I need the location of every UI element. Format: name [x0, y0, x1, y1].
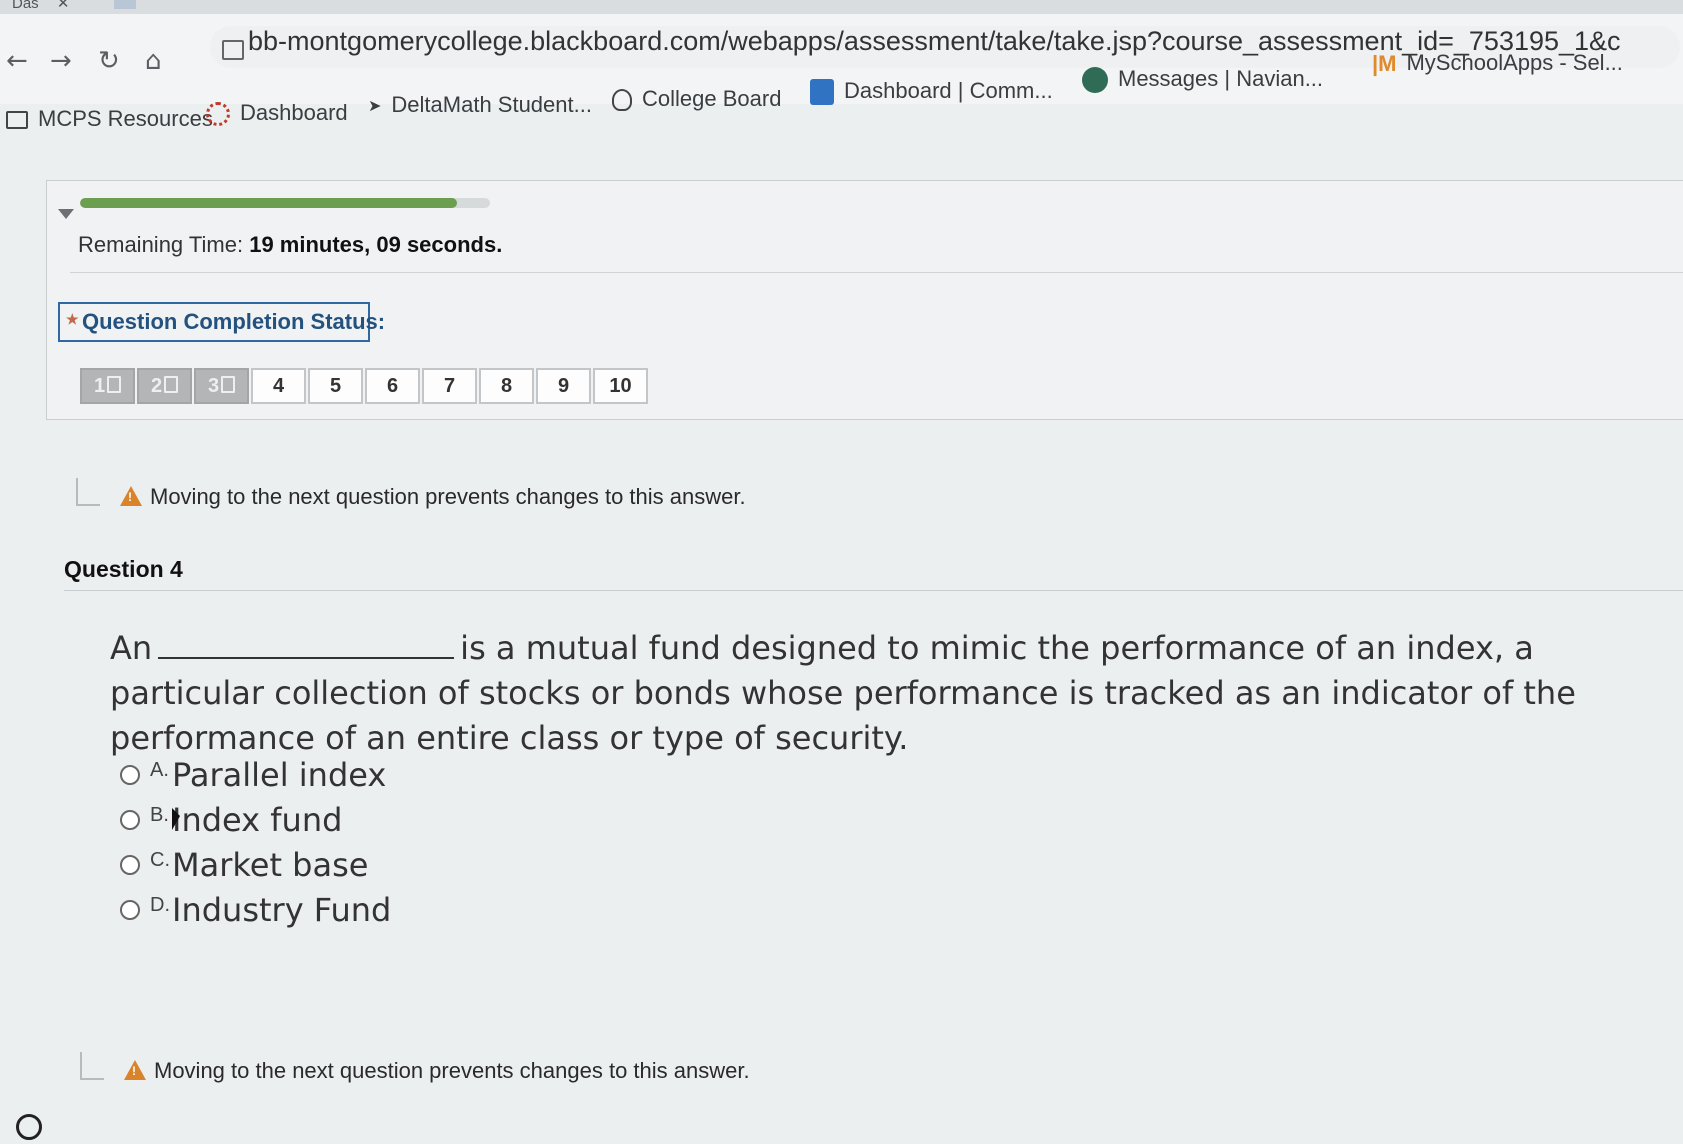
- question-prefix: An: [110, 629, 153, 667]
- question-completion-status-toggle[interactable]: ★ Question Completion Status:: [58, 302, 385, 342]
- circle-button-icon[interactable]: [16, 1114, 42, 1140]
- forward-icon[interactable]: →: [50, 46, 72, 76]
- question-button-3[interactable]: 3: [194, 368, 249, 404]
- tab-icon: [113, 0, 136, 10]
- question-divider: [64, 590, 1683, 591]
- bookmark-mcps-resources[interactable]: MCPS Resources: [6, 106, 213, 132]
- question-button-8[interactable]: 8: [479, 368, 534, 404]
- bookmark-dashboard[interactable]: Dashboard: [206, 100, 348, 127]
- radio-option-b[interactable]: [120, 809, 140, 830]
- timer-label: Remaining Time:: [78, 232, 244, 257]
- timer-value: 19 minutes, 09 seconds.: [249, 232, 503, 257]
- completion-status-label: Question Completion Status:: [82, 309, 386, 334]
- option-b[interactable]: B. Index fund: [120, 797, 391, 842]
- warning-icon: !: [124, 1060, 146, 1080]
- active-tab[interactable]: Das ✕: [12, 0, 136, 12]
- question-button-6[interactable]: 6: [365, 368, 420, 404]
- navigation-warning-bottom: ! Moving to the next question prevents ch…: [80, 1052, 750, 1084]
- bookmark-college-board[interactable]: College Board: [612, 86, 781, 112]
- timer-progress-bar: [80, 198, 490, 208]
- close-tab-icon[interactable]: ✕: [57, 0, 70, 12]
- reload-icon[interactable]: ↻: [98, 46, 120, 76]
- option-c[interactable]: C. Market base: [120, 842, 391, 887]
- collapse-caret-icon[interactable]: [58, 209, 74, 219]
- tab-strip: Das ✕: [0, 0, 1683, 14]
- option-d[interactable]: D. Industry Fund: [120, 887, 391, 932]
- bookmarks-bar: MCPS Resources Dashboard ➤ DeltaMath Stud…: [0, 50, 1683, 140]
- home-icon[interactable]: ⌂: [145, 46, 162, 76]
- folder-icon: [6, 111, 28, 130]
- question-text: An is a mutual fund designed to mimic the…: [110, 626, 1630, 761]
- question-button-1[interactable]: 1: [80, 368, 135, 404]
- bookmark-naviance[interactable]: Messages | Navian...: [1082, 66, 1323, 94]
- question-navigation: 1 2 3 4 5 6 7 8 9 10: [80, 368, 648, 404]
- question-button-5[interactable]: 5: [308, 368, 363, 404]
- question-button-2[interactable]: 2: [137, 368, 192, 404]
- answered-document-icon: [164, 376, 179, 393]
- naviance-icon: [1082, 67, 1108, 94]
- question-title: Question 4: [64, 556, 183, 582]
- mouse-cursor-icon: [172, 808, 180, 830]
- question-button-10[interactable]: 10: [593, 368, 648, 404]
- answer-blank: [158, 627, 455, 659]
- myschoolapps-icon: |M: [1372, 51, 1397, 77]
- back-icon[interactable]: ←: [6, 46, 28, 76]
- bookmark-myschoolapps[interactable]: |M MySchoolApps - Sel...: [1372, 50, 1623, 77]
- bookmark-commonlit[interactable]: Dashboard | Comm...: [810, 78, 1053, 106]
- question-button-4[interactable]: 4: [251, 368, 306, 404]
- deltamath-icon: ➤: [368, 98, 382, 116]
- tab-title: Das: [12, 0, 39, 12]
- answered-document-icon: [107, 376, 122, 393]
- radio-option-c[interactable]: [120, 854, 140, 875]
- navigation-warning-top: ! Moving to the next question prevents ch…: [76, 478, 746, 510]
- remaining-time: Remaining Time: 19 minutes, 09 seconds.: [78, 232, 502, 258]
- timer-progress-fill: [80, 198, 458, 208]
- acorn-icon: [612, 89, 632, 112]
- question-button-7[interactable]: 7: [422, 368, 477, 404]
- site-info-icon[interactable]: [222, 40, 244, 60]
- option-a[interactable]: A. Parallel index: [120, 752, 391, 797]
- warning-icon: !: [120, 486, 142, 506]
- panel-divider: [70, 272, 1683, 273]
- indent-arrow-icon: [76, 478, 100, 506]
- radio-option-a[interactable]: [120, 764, 140, 785]
- expand-star-icon: ★: [66, 311, 79, 327]
- question-button-9[interactable]: 9: [536, 368, 591, 404]
- answered-document-icon: [221, 376, 236, 393]
- indent-arrow-icon: [80, 1052, 104, 1080]
- radio-option-d[interactable]: [120, 899, 140, 920]
- commonlit-icon: [810, 79, 834, 106]
- bookmark-deltamath[interactable]: ➤ DeltaMath Student...: [368, 92, 592, 118]
- answer-options: A. Parallel index B. Index fund C. Marke…: [120, 752, 391, 932]
- canvas-icon: [206, 102, 230, 127]
